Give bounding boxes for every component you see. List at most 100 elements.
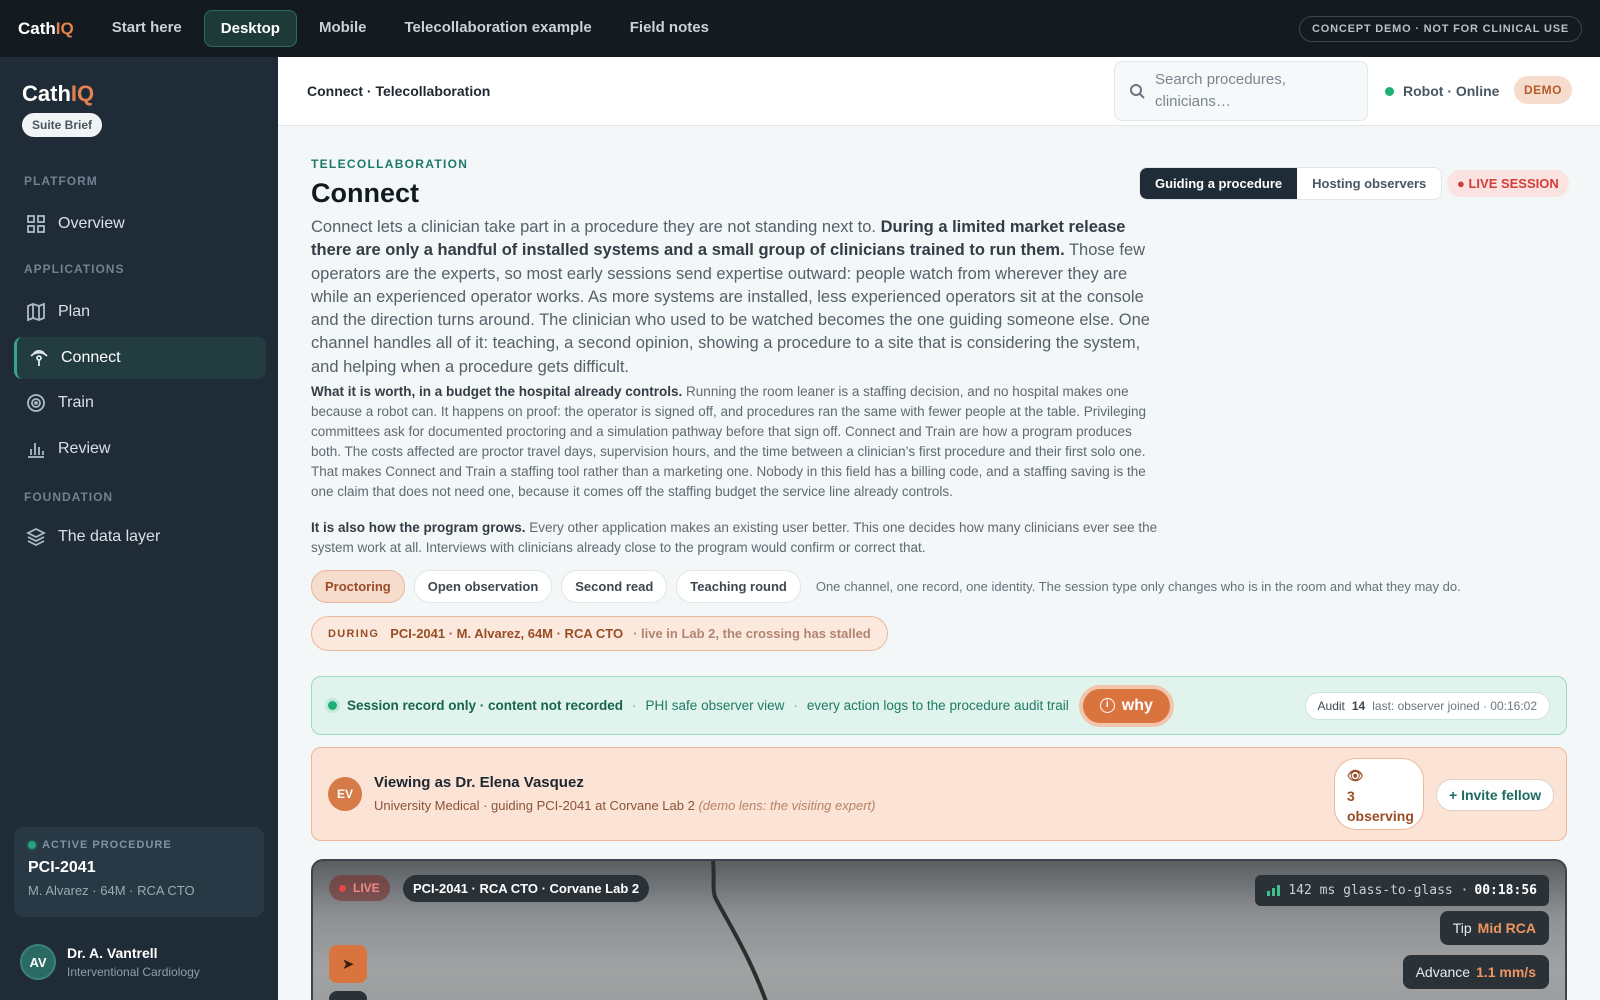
session-record-bar: Session record only · content not record…: [311, 676, 1567, 735]
avatar: AV: [20, 944, 56, 980]
sidebar-item-label: Overview: [58, 215, 125, 232]
sidebar-item-plan[interactable]: Plan: [14, 291, 266, 333]
chip-second-read[interactable]: Second read: [561, 570, 668, 603]
growth-heading: It is also how the program grows.: [311, 520, 526, 535]
sidebar-brand-text: Cath: [22, 81, 71, 106]
topnav-telecollaboration-example[interactable]: Telecollaboration example: [388, 10, 607, 47]
live-video-feed[interactable]: LIVE PCI-2041 · RCA CTO · Corvane Lab 2 …: [311, 859, 1567, 1000]
user-info: Dr. A. Vantrell Interventional Cardiolog…: [67, 945, 200, 979]
sidebar: CathIQ Suite Brief PLATFORM Overview APP…: [0, 57, 278, 1000]
sidebar-item-label: Connect: [61, 349, 121, 366]
audit-pill[interactable]: Audit 14 last: observer joined · 00:16:02: [1304, 692, 1550, 720]
search-input[interactable]: Search procedures, clinicians…: [1114, 61, 1368, 121]
during-note: · live in Lab 2, the crossing has stalle…: [633, 626, 871, 641]
during-case-pill[interactable]: DURING PCI-2041 · M. Alvarez, 64M · RCA …: [311, 616, 888, 651]
topnav-start-here[interactable]: Start here: [96, 10, 198, 47]
observing-count: 3: [1347, 788, 1355, 804]
sidebar-item-label: Review: [58, 440, 111, 457]
section-applications: APPLICATIONS: [24, 262, 125, 276]
audit-last: last: observer joined · 00:16:02: [1372, 699, 1537, 713]
bar-chart-icon: [28, 443, 44, 458]
invite-fellow-button[interactable]: + Invite fellow: [1436, 779, 1555, 811]
value-text: Running the room leaner is a staffing de…: [311, 384, 1147, 499]
separator: ·: [793, 698, 798, 713]
online-dot-icon: [1385, 86, 1394, 96]
session-type-chips: Proctoring Open observation Second read …: [311, 570, 1461, 603]
topnav-desktop[interactable]: Desktop: [203, 10, 297, 47]
latency-readout: 142 ms glass-to-glass · 00:18:56: [1255, 875, 1549, 906]
during-tag: DURING: [328, 627, 380, 640]
grid-icon: [27, 215, 45, 233]
value-heading: What it is worth, in a budget the hospit…: [311, 384, 683, 399]
value-paragraph: What it is worth, in a budget the hospit…: [311, 382, 1161, 502]
video-control-button[interactable]: [329, 991, 367, 1000]
sidebar-item-overview[interactable]: Overview: [14, 203, 266, 245]
viewer-sub-note: (demo lens: the visiting expert): [698, 798, 876, 813]
page-title: Connect: [311, 178, 419, 208]
robot-status: Robot · Online: [1385, 83, 1499, 99]
play-icon: ➤: [341, 956, 355, 973]
topnav-field-notes[interactable]: Field notes: [614, 10, 725, 47]
lead-text-rest: Those few operators are the experts, so …: [311, 241, 1150, 376]
why-button[interactable]: i why: [1082, 688, 1170, 723]
chip-note: One channel, one record, one identity. T…: [815, 579, 1461, 594]
brand-logo[interactable]: CathIQ: [18, 19, 74, 39]
advance-value: 1.1 mm/s: [1476, 964, 1536, 980]
section-eyebrow: TELECOLLABORATION: [311, 157, 469, 171]
signal-icon: [30, 350, 48, 366]
observing-count-button[interactable]: 👁 3 observing: [1334, 758, 1424, 830]
active-procedure-patient: M. Alvarez · 64M · RCA CTO: [28, 883, 195, 898]
sidebar-item-connect[interactable]: Connect: [14, 337, 266, 379]
sidebar-item-train[interactable]: Train: [14, 382, 266, 424]
guidewire-image: [711, 861, 768, 1000]
viewer-title: Viewing as Dr. Elena Vasquez: [374, 774, 584, 791]
record-status-dot-icon: [328, 701, 337, 710]
section-foundation: FOUNDATION: [24, 490, 114, 504]
mode-hosting-button[interactable]: Hosting observers: [1297, 168, 1441, 199]
suite-brief-badge: Suite Brief: [22, 113, 103, 137]
search-icon: [1130, 84, 1145, 99]
advance-readout: Advance 1.1 mm/s: [1402, 955, 1549, 989]
layers-icon: [26, 527, 46, 547]
brand-text: Cath: [18, 18, 56, 38]
active-procedure-label-text: ACTIVE PROCEDURE: [42, 839, 172, 851]
topnav-mobile[interactable]: Mobile: [303, 10, 383, 47]
sidebar-item-data-layer[interactable]: The data layer: [14, 516, 266, 558]
sidebar-item-label: The data layer: [58, 528, 161, 545]
growth-paragraph: It is also how the program grows. Every …: [311, 518, 1161, 558]
status-dot-icon: [28, 841, 36, 849]
tip-value: Mid RCA: [1477, 920, 1536, 936]
play-button[interactable]: ➤: [329, 945, 367, 983]
active-procedure-card[interactable]: ACTIVE PROCEDURE PCI-2041 M. Alvarez · 6…: [14, 827, 264, 917]
search-placeholder: Search procedures, clinicians…: [1155, 71, 1286, 110]
live-badge: LIVE: [329, 875, 390, 901]
signal-strength-icon: [1267, 885, 1281, 896]
lead-text: Connect lets a clinician take part in a …: [311, 218, 881, 236]
mode-toggle: Guiding a procedure Hosting observers: [1139, 167, 1443, 200]
sidebar-brand[interactable]: CathIQ: [22, 81, 94, 107]
breadcrumb: Connect · Telecollaboration: [307, 83, 491, 99]
why-label: why: [1121, 696, 1153, 714]
sidebar-item-review[interactable]: Review: [14, 428, 266, 470]
user-profile[interactable]: AV Dr. A. Vantrell Interventional Cardio…: [20, 944, 200, 980]
chip-proctoring[interactable]: Proctoring: [311, 570, 405, 603]
sidebar-item-label: Plan: [58, 303, 91, 320]
tip-readout: Tip Mid RCA: [1439, 911, 1549, 945]
page-header: Connect · Telecollaboration Search proce…: [278, 57, 1600, 126]
top-nav: Start here Desktop Mobile Telecollaborat…: [96, 10, 725, 47]
audit-label: Audit: [1317, 699, 1345, 713]
viewer-subtitle: University Medical · guiding PCI-2041 at…: [374, 798, 875, 813]
user-name: Dr. A. Vantrell: [67, 945, 158, 961]
sidebar-item-label: Train: [58, 394, 94, 411]
active-procedure-label: ACTIVE PROCEDURE: [28, 839, 250, 851]
map-icon: [27, 302, 45, 322]
robot-status-text: Robot · Online: [1403, 83, 1500, 99]
live-session-badge: ● LIVE SESSION: [1447, 170, 1569, 197]
chip-open-observation[interactable]: Open observation: [413, 570, 553, 603]
sidebar-brand-accent: IQ: [70, 81, 95, 106]
tip-label: Tip: [1452, 920, 1472, 936]
user-role: Interventional Cardiology: [67, 965, 200, 979]
chip-teaching-round[interactable]: Teaching round: [676, 570, 801, 603]
separator: ·: [632, 698, 637, 713]
mode-guiding-button[interactable]: Guiding a procedure: [1140, 168, 1298, 199]
